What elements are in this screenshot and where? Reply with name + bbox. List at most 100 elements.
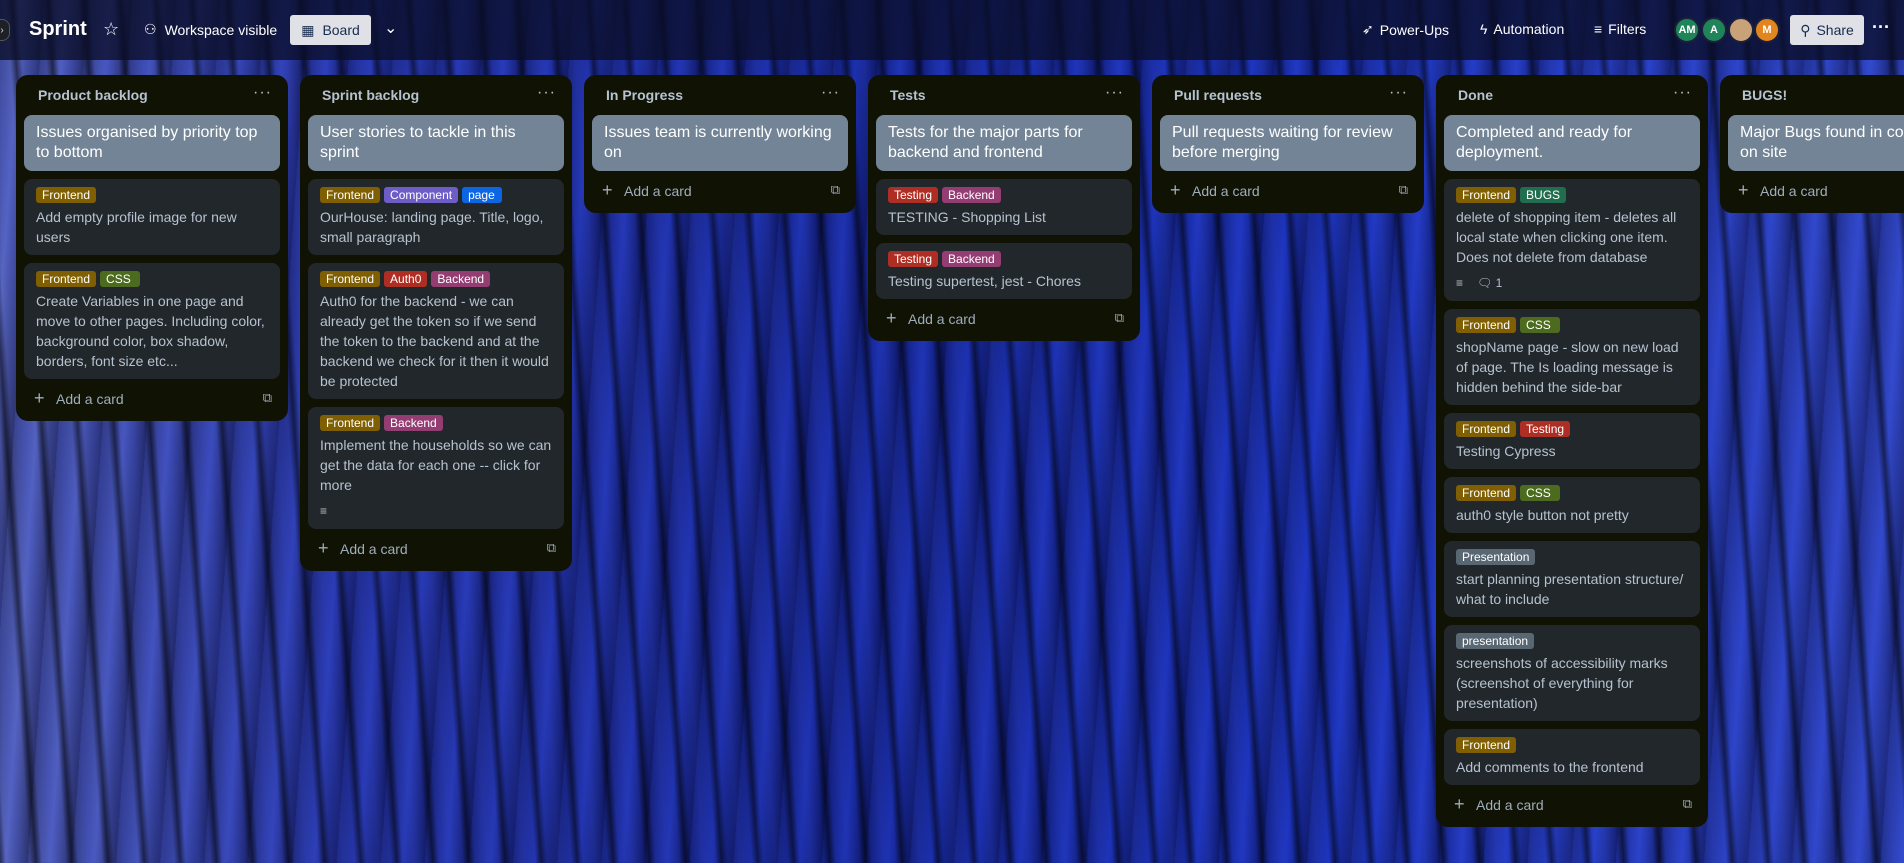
card-label[interactable]: page [462, 187, 503, 203]
list-description-card[interactable]: Completed and ready for deployment. [1444, 115, 1700, 171]
list-title[interactable]: Tests [890, 87, 926, 103]
add-card-button[interactable]: +Add a card⧉ [300, 529, 572, 571]
card-label[interactable]: Frontend [320, 187, 381, 203]
card[interactable]: Testing Backend TESTING - Shopping List [876, 179, 1132, 235]
card-labels: Frontend BUGS [1456, 187, 1688, 203]
list-description-card[interactable]: Major Bugs found in code and on site [1728, 115, 1904, 171]
card[interactable]: Frontend Auth0 Backend Auth0 for the backen… [308, 263, 564, 399]
card-label[interactable]: Frontend [36, 187, 97, 203]
card-label[interactable]: Auth0 [384, 271, 428, 287]
power-ups-button[interactable]: ➶ Power-Ups [1362, 21, 1449, 38]
card-title: screenshots of accessibility marks (scre… [1456, 655, 1668, 711]
add-card-button[interactable]: +Add a card⧉ [1720, 171, 1904, 213]
card-label[interactable]: Frontend [1456, 485, 1517, 501]
card-label[interactable]: Backend [942, 187, 1001, 203]
card-label[interactable]: BUGS [1520, 187, 1567, 203]
list-menu-icon[interactable]: ··· [1389, 84, 1408, 102]
card[interactable]: Frontend Add empty profile image for new … [24, 179, 280, 255]
list-title[interactable]: In Progress [606, 87, 683, 103]
card[interactable]: Frontend CSS Create Variables in one page … [24, 263, 280, 379]
card-template-icon[interactable]: ⧉ [1115, 310, 1124, 326]
list-description-card[interactable]: Pull requests waiting for review before … [1160, 115, 1416, 171]
card-template-icon[interactable]: ⧉ [547, 540, 556, 556]
list-menu-icon[interactable]: ··· [821, 84, 840, 102]
card-label[interactable]: CSS [1520, 485, 1561, 501]
card-label[interactable]: Frontend [1456, 187, 1517, 203]
card-labels: Frontend Testing [1456, 421, 1688, 437]
list-description-card[interactable]: Issues team is currently working on [592, 115, 848, 171]
card-labels: Testing Backend [888, 187, 1120, 203]
list-menu-icon[interactable]: ··· [1673, 84, 1692, 102]
card[interactable]: Frontend Add comments to the frontend [1444, 729, 1700, 785]
card-label[interactable]: presentation [1456, 633, 1535, 649]
list-title[interactable]: Product backlog [38, 87, 148, 103]
card-label[interactable]: Backend [431, 271, 491, 287]
card-label[interactable]: Frontend [320, 415, 381, 431]
card[interactable]: Presentation start planning presentation … [1444, 541, 1700, 617]
share-button[interactable]: ⚲ Share [1790, 15, 1864, 45]
card[interactable]: Frontend Component page OurHouse: landing p… [308, 179, 564, 255]
list-title[interactable]: Sprint backlog [322, 87, 419, 103]
add-card-button[interactable]: +Add a card⧉ [868, 299, 1140, 341]
member-avatar[interactable]: M [1754, 17, 1780, 43]
description-icon: ≡ [320, 504, 328, 518]
plus-icon: + [602, 180, 613, 200]
member-avatar[interactable]: A [1701, 17, 1727, 43]
plus-icon: + [1454, 794, 1465, 814]
list-column: Tests ··· Tests for the major parts for ba… [868, 75, 1140, 341]
card-template-icon[interactable]: ⧉ [1683, 796, 1692, 812]
card[interactable]: Frontend BUGS delete of shopping item - de… [1444, 179, 1700, 301]
add-card-button[interactable]: +Add a card⧉ [584, 171, 856, 213]
card-labels: Frontend Auth0 Backend [320, 271, 552, 287]
list-description-card[interactable]: Tests for the major parts for backend an… [876, 115, 1132, 171]
card-title: Completed and ready for deployment. [1456, 124, 1633, 161]
automation-button[interactable]: ϟ Automation [1480, 21, 1564, 37]
card[interactable]: Testing Backend Testing supertest, jest - … [876, 243, 1132, 299]
card-label[interactable]: Frontend [1456, 737, 1517, 753]
card-label[interactable]: CSS [100, 271, 141, 287]
list-menu-icon[interactable]: ··· [253, 84, 272, 102]
list-title[interactable]: Pull requests [1174, 87, 1262, 103]
lightning-icon: ϟ [1480, 21, 1488, 37]
add-card-button[interactable]: +Add a card⧉ [1152, 171, 1424, 213]
card[interactable]: Frontend Testing Testing Cypress [1444, 413, 1700, 469]
member-avatar[interactable] [1728, 17, 1754, 43]
member-avatar[interactable]: AM [1674, 17, 1700, 43]
card-template-icon[interactable]: ⧉ [1399, 182, 1408, 198]
list-description-card[interactable]: Issues organised by priority top to bott… [24, 115, 280, 171]
list-description-card[interactable]: User stories to tackle in this sprint [308, 115, 564, 171]
card-label[interactable]: CSS [1520, 317, 1561, 333]
list-title[interactable]: Done [1458, 87, 1493, 103]
list-menu-icon[interactable]: ··· [1105, 84, 1124, 102]
list-title[interactable]: BUGS! [1742, 87, 1787, 103]
card-template-icon[interactable]: ⧉ [831, 182, 840, 198]
card-label[interactable]: Frontend [36, 271, 97, 287]
card[interactable]: Frontend Backend Implement the households … [308, 407, 564, 529]
board-view-button[interactable]: ▦ Board [290, 15, 371, 45]
list-menu-icon[interactable]: ··· [537, 84, 556, 102]
card-label[interactable]: Frontend [320, 271, 381, 287]
card-label[interactable]: Testing [888, 251, 939, 267]
card-label[interactable]: Backend [384, 415, 443, 431]
card-label[interactable]: Presentation [1456, 549, 1536, 565]
card-label[interactable]: Frontend [1456, 421, 1517, 437]
star-icon[interactable]: ☆ [103, 19, 119, 40]
card-label[interactable]: Testing [1520, 421, 1571, 437]
add-card-button[interactable]: +Add a card⧉ [16, 379, 288, 421]
sidebar-toggle-icon[interactable]: › [0, 19, 10, 41]
more-icon[interactable]: ··· [1872, 17, 1890, 38]
visibility-button[interactable]: ⚇ Workspace visible [144, 21, 277, 38]
card[interactable]: Frontend CSS auth0 style button not pretty [1444, 477, 1700, 533]
card-label[interactable]: Frontend [1456, 317, 1517, 333]
chevron-down-icon[interactable]: ⌄ [384, 18, 397, 38]
card[interactable]: presentation screenshots of accessibility… [1444, 625, 1700, 721]
board-title[interactable]: Sprint [29, 18, 87, 41]
filters-button[interactable]: ≡ Filters [1594, 21, 1646, 37]
card[interactable]: Frontend CSS shopName page - slow on new l… [1444, 309, 1700, 405]
card-labels: Frontend CSS [1456, 485, 1688, 501]
card-label[interactable]: Component [384, 187, 459, 203]
card-label[interactable]: Testing [888, 187, 939, 203]
add-card-button[interactable]: +Add a card⧉ [1436, 785, 1708, 827]
card-template-icon[interactable]: ⧉ [263, 390, 272, 406]
card-label[interactable]: Backend [942, 251, 1001, 267]
